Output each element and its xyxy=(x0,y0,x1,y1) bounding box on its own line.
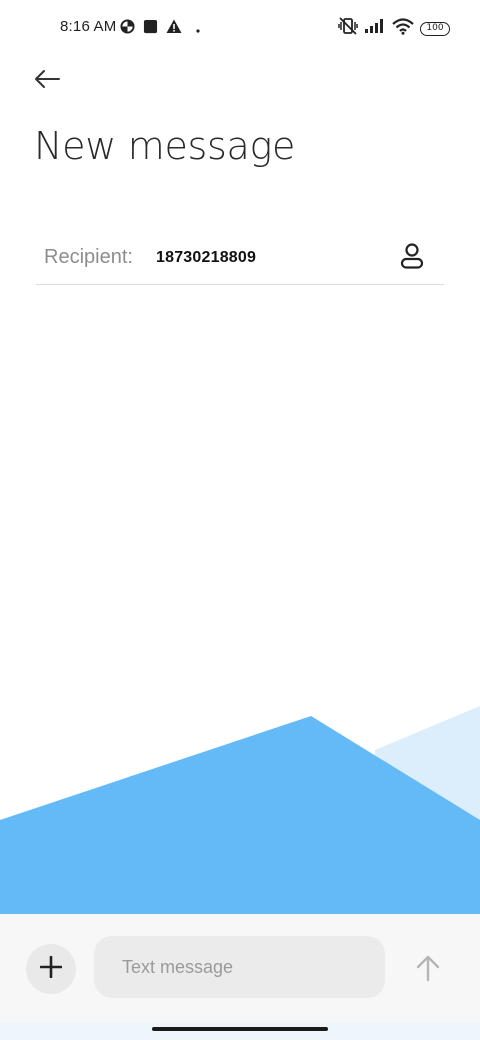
status-bar: 8:16 AM 100 xyxy=(0,0,480,56)
wifi-icon xyxy=(392,17,414,40)
arrow-up-icon xyxy=(415,954,441,987)
home-indicator[interactable] xyxy=(152,1027,328,1031)
recipient-label: Recipient: xyxy=(44,246,133,268)
status-right-icons: 100 xyxy=(338,17,450,40)
back-button[interactable] xyxy=(30,64,64,98)
data-saver-icon xyxy=(120,19,135,39)
send-button[interactable] xyxy=(408,950,448,990)
status-time: 8:16 AM xyxy=(60,18,117,35)
status-left-icons xyxy=(120,19,200,39)
warning-icon xyxy=(166,19,182,39)
message-composer xyxy=(0,914,480,1022)
page-title: New message xyxy=(34,124,296,168)
battery-icon: 100 xyxy=(420,21,450,36)
pick-contact-button[interactable] xyxy=(396,242,428,274)
add-attachment-button[interactable] xyxy=(26,944,76,994)
recipient-value[interactable]: 18730218809 xyxy=(156,249,256,267)
vibrate-off-icon xyxy=(338,17,358,40)
plus-icon xyxy=(39,955,63,983)
signal-icon xyxy=(364,18,386,39)
recipient-row[interactable]: Recipient: 18730218809 xyxy=(36,232,444,285)
dot-icon xyxy=(196,20,200,38)
message-input[interactable] xyxy=(94,936,385,998)
square-notification-icon xyxy=(143,19,158,39)
person-icon xyxy=(400,242,424,274)
navigation-bar xyxy=(0,1022,480,1040)
arrow-left-icon xyxy=(34,69,60,94)
decorative-background xyxy=(0,706,480,915)
